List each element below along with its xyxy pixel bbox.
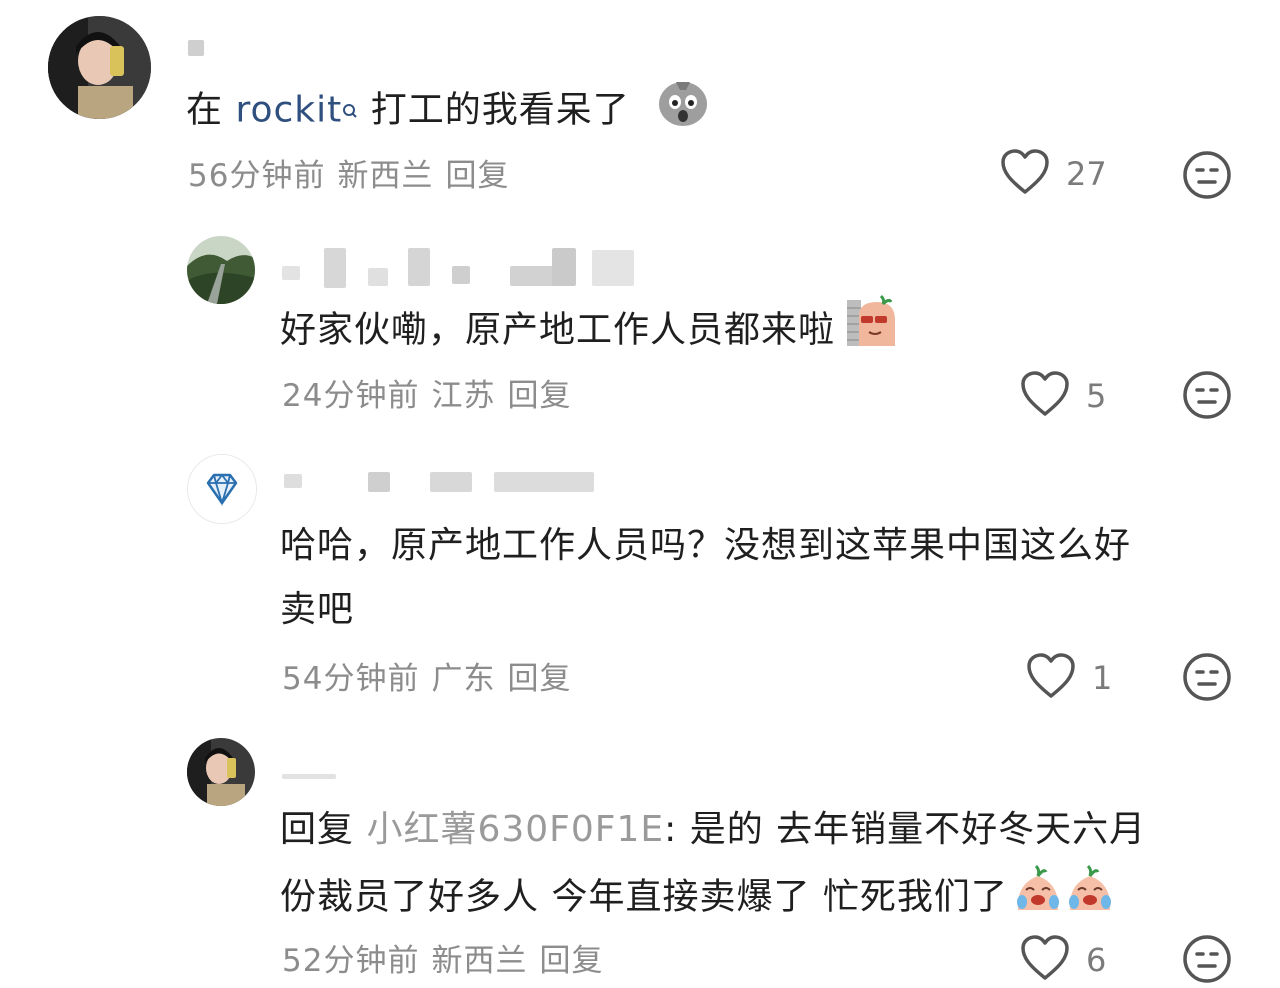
- like-button[interactable]: 1: [1026, 652, 1112, 704]
- location: 新西兰: [431, 943, 528, 979]
- comment-meta: 52分钟前 新西兰 回复: [282, 935, 615, 980]
- reply-button[interactable]: 回复: [507, 661, 571, 697]
- reply-button[interactable]: 回复: [445, 158, 509, 194]
- like-button[interactable]: 27: [1000, 148, 1107, 200]
- heart-icon[interactable]: [1000, 148, 1050, 200]
- like-button[interactable]: 6: [1020, 934, 1106, 986]
- timestamp: 56分钟前: [188, 158, 326, 194]
- text-line-2-row: 份裁员了好多人 今年直接卖爆了 忙死我们了: [280, 862, 1146, 935]
- text-line-2: 份裁员了好多人 今年直接卖爆了 忙死我们了: [280, 876, 1008, 918]
- comment-meta: 56分钟前 新西兰 回复: [188, 150, 521, 195]
- avatar[interactable]: [187, 738, 255, 806]
- dislike-face-icon[interactable]: [1182, 652, 1232, 702]
- username-blurred[interactable]: [188, 36, 208, 58]
- reply-button[interactable]: 回复: [507, 378, 571, 414]
- location: 新西兰: [337, 158, 434, 194]
- username-blurred[interactable]: [282, 248, 642, 288]
- avatar[interactable]: [48, 16, 151, 119]
- text-prefix: 在: [186, 89, 236, 131]
- avatar[interactable]: [187, 454, 257, 524]
- text-line-1: 哈哈，原产地工作人员吗？没想到这苹果中国这么好: [280, 525, 1132, 566]
- mention-link[interactable]: rockit: [235, 90, 342, 131]
- like-count: 1: [1092, 659, 1113, 697]
- comment-text: 在 rockit 打工的我看呆了: [186, 74, 710, 149]
- shocked-face-icon: [656, 74, 710, 149]
- reply-prefix: 回复: [280, 809, 367, 850]
- heart-icon[interactable]: [1026, 652, 1076, 704]
- like-count: 27: [1066, 155, 1107, 193]
- text-line-2: 卖吧: [280, 589, 355, 630]
- comment-meta: 54分钟前 广东 回复: [282, 653, 583, 698]
- comment-text: 哈哈，原产地工作人员吗？没想到这苹果中国这么好 卖吧: [280, 514, 1131, 642]
- timestamp: 54分钟前: [282, 661, 420, 697]
- text-rest: : 是的 去年销量不好冬天六月: [664, 809, 1147, 850]
- reply-button[interactable]: 回复: [539, 943, 603, 979]
- heart-icon[interactable]: [1020, 934, 1070, 986]
- crying-face-icon: [1014, 862, 1114, 935]
- text-line-1: 回复 小红薯630F0F1E: 是的 去年销量不好冬天六月: [280, 798, 1146, 862]
- dislike-face-icon[interactable]: [1182, 934, 1232, 984]
- comment-meta: 24分钟前 江苏 回复: [282, 370, 583, 415]
- like-button[interactable]: 5: [1020, 370, 1106, 422]
- timestamp: 52分钟前: [282, 943, 420, 979]
- peeking-face-icon: [847, 294, 901, 369]
- text-suffix: 打工的我看呆了: [358, 89, 630, 131]
- heart-icon[interactable]: [1020, 370, 1070, 422]
- search-icon[interactable]: [342, 80, 358, 144]
- reply-target-user[interactable]: 小红薯630F0F1E: [366, 809, 664, 850]
- like-count: 6: [1086, 941, 1107, 979]
- username-blurred[interactable]: [282, 772, 342, 782]
- timestamp: 24分钟前: [282, 378, 420, 414]
- avatar[interactable]: [187, 236, 255, 304]
- location: 江苏: [431, 378, 496, 414]
- location: 广东: [431, 661, 496, 697]
- username-blurred[interactable]: [284, 470, 604, 494]
- like-count: 5: [1086, 377, 1107, 415]
- comment-text: 好家伙嘞，原产地工作人员都来啦: [280, 294, 901, 369]
- dislike-face-icon[interactable]: [1182, 150, 1232, 200]
- dislike-face-icon[interactable]: [1182, 370, 1232, 420]
- comment-text: 回复 小红薯630F0F1E: 是的 去年销量不好冬天六月 份裁员了好多人 今年…: [280, 798, 1146, 935]
- text-body: 好家伙嘞，原产地工作人员都来啦: [280, 309, 836, 351]
